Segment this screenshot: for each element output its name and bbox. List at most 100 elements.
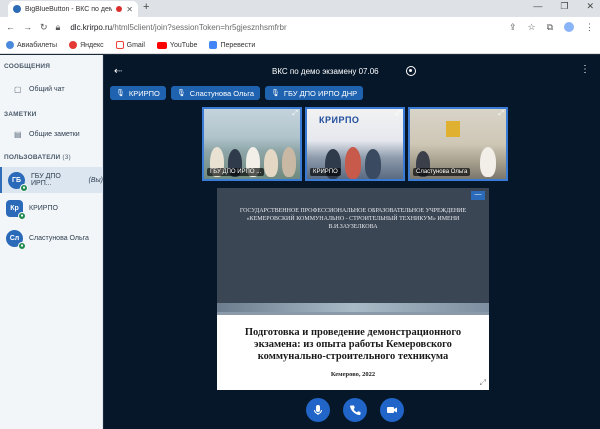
leave-audio-button[interactable]: [343, 398, 367, 422]
reload-icon[interactable]: ↻: [40, 22, 48, 33]
toggle-userlist-icon[interactable]: ⇠: [114, 66, 122, 77]
avatar: Сл ●: [6, 229, 26, 250]
participant-figure: [480, 147, 496, 177]
talking-pill[interactable]: 🎙︎ Сластунова Ольга: [170, 86, 261, 100]
mic-status-icon: ●: [20, 183, 28, 192]
browser-tab[interactable]: BigBlueButton - ВКС по дем... ✕: [8, 1, 138, 17]
avatar: ГБ ●: [8, 171, 28, 192]
new-tab-button[interactable]: +: [143, 1, 149, 13]
phone-icon: [349, 405, 361, 416]
avatar-initials: Кр: [10, 204, 19, 212]
close-window-icon[interactable]: ✕: [586, 1, 594, 12]
lock-icon[interactable]: 🔒︎: [56, 22, 61, 33]
window-controls: — ❐ ✕: [533, 1, 594, 12]
mute-button[interactable]: [306, 398, 330, 422]
users-title-text: ПОЛЬЗОВАТЕЛИ: [4, 154, 61, 161]
public-chat-label: Общий чат: [29, 85, 65, 93]
menu-dots-icon[interactable]: ⋮: [585, 22, 594, 33]
avatar-initials: ГБ: [12, 176, 21, 184]
participant-figure: [365, 149, 381, 179]
user-name: КРИРПО: [29, 204, 58, 212]
share-icon[interactable]: ⇪: [509, 22, 517, 33]
globe-icon: [6, 41, 14, 49]
participant-figure: [345, 147, 361, 179]
public-chat-item[interactable]: ▢ Общий чат: [0, 81, 103, 97]
options-menu-icon[interactable]: ⋮: [580, 64, 590, 75]
close-tab-icon[interactable]: ✕: [126, 5, 133, 14]
bookmark-label: Gmail: [126, 41, 145, 49]
url-path: /html5client/join?sessionToken=hr5gjeszn…: [112, 22, 287, 32]
forward-icon[interactable]: →: [23, 22, 32, 32]
user-name: ГБУ ДПО ИРП...: [31, 173, 61, 187]
mic-status-icon: ●: [18, 241, 26, 250]
slide-organization-text: ГОСУДАРСТВЕННОЕ ПРОФЕССИОНАЛЬНОЕ ОБРАЗОВ…: [239, 208, 467, 230]
avatar: Кр ●: [6, 199, 26, 220]
webcam-label: КРИРПО: [310, 168, 341, 176]
webcam-tile[interactable]: ⤢ ГБУ ДПО ИРПО ...: [202, 107, 302, 181]
expand-video-icon[interactable]: ⤢: [395, 110, 401, 118]
record-icon[interactable]: [406, 66, 416, 76]
user-item-self[interactable]: ГБ ● ГБУ ДПО ИРП... (Вы): [0, 167, 103, 193]
chat-icon: ▢: [14, 84, 22, 94]
talking-pill-label: Сластунова Ольга: [189, 88, 255, 98]
user-item[interactable]: Сл ● Сластунова Ольга: [0, 225, 103, 251]
bookmark-item[interactable]: Перевести: [209, 41, 255, 49]
meeting-main-area: ⇠ ВКС по демо экзамену 07.06 ⋮ 🎙︎ КРИРПО …: [104, 55, 600, 429]
slide-city-year: Кемерово, 2022: [330, 371, 376, 378]
yandex-icon: [69, 41, 78, 49]
minimize-presentation-button[interactable]: —: [471, 191, 485, 200]
url-host: dlc.krirpo.ru: [70, 22, 113, 32]
maximize-icon[interactable]: ❐: [560, 1, 568, 12]
avatar-initials: Сл: [9, 234, 20, 242]
shared-notes-item[interactable]: ▤ Общие заметки: [0, 126, 103, 142]
participant-figure: [264, 149, 278, 177]
webcam-tile[interactable]: КРИРПО ⤢ КРИРПО: [305, 107, 405, 181]
webcam-label: Сластунова Ольга: [413, 168, 471, 176]
minimize-icon[interactable]: —: [533, 1, 542, 12]
participant-figure: [282, 147, 296, 177]
address-bar-row: ← → ↻ 🔒︎ dlc.krirpo.ru/html5client/join?…: [0, 17, 600, 37]
wall-emblem: [446, 121, 460, 137]
gmail-icon: [115, 41, 124, 49]
slide-header: — ГОСУДАРСТВЕННОЕ ПРОФЕССИОНАЛЬНОЕ ОБРАЗ…: [217, 188, 489, 308]
bookmark-star-icon[interactable]: ☆: [527, 22, 535, 33]
bookmark-label: Авиабилеты: [17, 41, 58, 49]
microphone-icon: [313, 405, 323, 415]
messages-section-title: СООБЩЕНИЯ: [4, 63, 51, 70]
recording-indicator-icon: [116, 6, 123, 12]
talking-pill[interactable]: 🎙︎ ГБУ ДПО ИРПО ДНР: [265, 86, 364, 100]
mic-status-icon: ●: [18, 211, 26, 220]
expand-video-icon[interactable]: ⤢: [498, 110, 504, 118]
bookmark-item[interactable]: Авиабилеты: [6, 41, 57, 49]
slide-decor-band: [217, 303, 489, 312]
bigbluebutton-favicon-icon: [13, 5, 21, 13]
url-field[interactable]: dlc.krirpo.ru/html5client/join?sessionTo…: [68, 23, 501, 32]
tab-title: BigBlueButton - ВКС по дем...: [25, 5, 113, 13]
extensions-icon[interactable]: ⧉: [547, 22, 553, 33]
user-list-sidebar: СООБЩЕНИЯ ▢ Общий чат ЗАМЕТКИ ▤ Общие за…: [0, 55, 103, 429]
talking-indicators: 🎙︎ КРИРПО 🎙︎ Сластунова Ольга 🎙︎ ГБУ ДПО ИР…: [110, 86, 364, 100]
fullscreen-icon[interactable]: ⤢: [480, 378, 486, 388]
back-icon[interactable]: ←: [6, 22, 15, 32]
bookmark-item[interactable]: Gmail: [115, 41, 145, 49]
bookmark-label: YouTube: [169, 41, 198, 49]
bookmark-item[interactable]: YouTube: [156, 41, 198, 49]
bookmark-item[interactable]: Яндекс: [69, 41, 104, 49]
bookmarks-bar: Авиабилеты Яндекс Gmail YouTube Перевест…: [0, 37, 600, 54]
user-item[interactable]: Кр ● КРИРПО: [0, 195, 103, 221]
slide-title: Подготовка и проведение демонстрационног…: [244, 327, 462, 362]
meeting-topbar: ⇠ ВКС по демо экзамену 07.06 ⋮: [104, 55, 600, 85]
user-self-suffix: (Вы): [88, 176, 103, 184]
slide-decor-band: [217, 312, 489, 315]
action-bar: [306, 398, 404, 422]
share-webcam-button[interactable]: [380, 398, 404, 422]
notes-icon: ▤: [14, 129, 22, 139]
profile-avatar-icon[interactable]: [564, 22, 574, 32]
translate-icon: [209, 41, 218, 49]
expand-video-icon[interactable]: ⤢: [292, 110, 298, 118]
talking-pill[interactable]: 🎙︎ КРИРПО: [110, 86, 166, 100]
webcam-strip: ⤢ ГБУ ДПО ИРПО ... КРИРПО ⤢ КРИРПО ⤢ Сла…: [202, 107, 508, 181]
bookmark-label: Перевести: [220, 41, 256, 49]
webcam-tile[interactable]: ⤢ Сластунова Ольга: [408, 107, 508, 181]
bookmark-label: Яндекс: [80, 41, 104, 49]
